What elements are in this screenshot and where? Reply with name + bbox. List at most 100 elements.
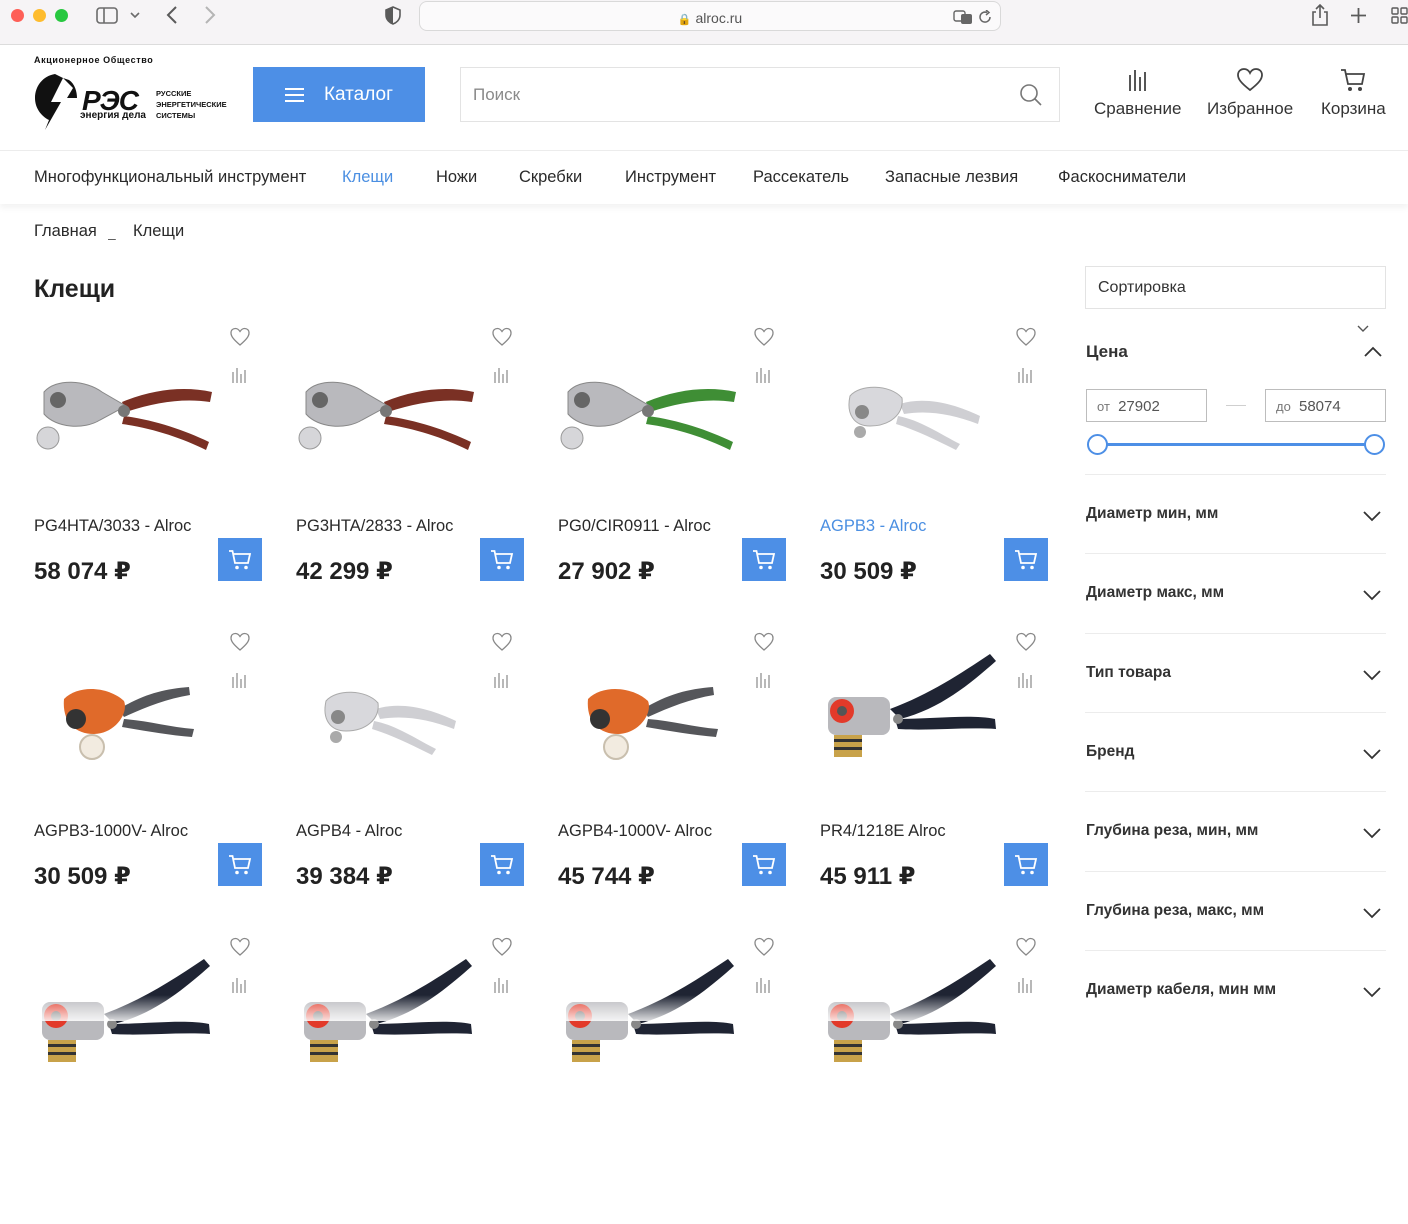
add-to-cart-button[interactable] — [218, 538, 262, 581]
compare-link[interactable]: Сравнение — [1094, 67, 1181, 119]
product-card[interactable] — [820, 934, 1048, 1224]
category-scrapers[interactable]: Скребки — [519, 168, 582, 187]
product-name[interactable]: PG3HTA/2833 - Alroc — [296, 517, 453, 536]
compare-icon[interactable] — [231, 976, 247, 994]
price-from-field[interactable]: от 27902 — [1086, 389, 1207, 422]
compare-icon[interactable] — [493, 366, 509, 384]
tab-overview-icon[interactable] — [1391, 7, 1408, 24]
category-spare-blades[interactable]: Запасные лезвия — [885, 168, 1018, 187]
filter-section[interactable]: Бренд — [1085, 711, 1386, 791]
compare-icon[interactable] — [755, 366, 771, 384]
add-to-cart-button[interactable] — [742, 538, 786, 581]
new-tab-icon[interactable] — [1350, 7, 1367, 24]
product-name[interactable]: AGPB4 - Alroc — [296, 822, 402, 841]
heart-icon[interactable] — [1016, 327, 1036, 347]
price-slider-track[interactable] — [1098, 443, 1374, 446]
product-card[interactable] — [296, 934, 524, 1224]
product-image[interactable] — [34, 944, 224, 1094]
compare-icon[interactable] — [1017, 366, 1033, 384]
price-filter-title[interactable]: Цена — [1086, 342, 1128, 362]
price-slider-min-handle[interactable] — [1087, 434, 1108, 455]
sidebar-toggle-icon[interactable] — [96, 7, 118, 24]
chevron-down-icon[interactable] — [1363, 669, 1381, 681]
heart-icon[interactable] — [754, 632, 774, 652]
minimize-window-button[interactable] — [33, 9, 46, 22]
product-image[interactable] — [34, 334, 224, 484]
close-window-button[interactable] — [11, 9, 24, 22]
product-image[interactable] — [296, 334, 486, 484]
filter-section[interactable]: Диаметр мин, мм — [1085, 474, 1386, 553]
category-splitter[interactable]: Рассекатель — [753, 168, 849, 187]
share-icon[interactable] — [1311, 4, 1329, 26]
compare-icon[interactable] — [231, 671, 247, 689]
heart-icon[interactable] — [492, 632, 512, 652]
filter-section[interactable]: Тип товара — [1085, 632, 1386, 712]
product-card[interactable]: AGPB3-1000V- Alroc 30 509 ₽ — [34, 629, 262, 919]
compare-icon[interactable] — [1017, 976, 1033, 994]
zoom-window-button[interactable] — [55, 9, 68, 22]
address-bar[interactable]: 🔒 alroc.ru — [419, 1, 1001, 31]
heart-icon[interactable] — [230, 632, 250, 652]
heart-icon[interactable] — [754, 327, 774, 347]
translate-icon[interactable] — [953, 10, 973, 25]
chevron-down-icon[interactable] — [1363, 987, 1381, 998]
search-input[interactable] — [461, 68, 1001, 121]
back-icon[interactable] — [166, 6, 178, 24]
chevron-down-icon[interactable] — [1363, 907, 1381, 919]
heart-icon[interactable] — [1016, 937, 1036, 957]
product-card[interactable]: PG4HTA/3033 - Alroc 58 074 ₽ — [34, 324, 262, 614]
add-to-cart-button[interactable] — [1004, 843, 1048, 886]
heart-icon[interactable] — [230, 327, 250, 347]
search-icon[interactable] — [1019, 83, 1043, 107]
chevron-down-icon[interactable] — [1357, 325, 1369, 333]
compare-icon[interactable] — [493, 976, 509, 994]
compare-icon[interactable] — [755, 976, 771, 994]
chevron-down-icon[interactable] — [1363, 828, 1381, 839]
add-to-cart-button[interactable] — [480, 538, 524, 581]
chevron-up-icon[interactable] — [1364, 346, 1382, 357]
reload-icon[interactable] — [978, 10, 992, 24]
product-image[interactable] — [820, 639, 1010, 789]
product-image[interactable] — [558, 944, 748, 1094]
price-to-field[interactable]: до 58074 — [1265, 389, 1386, 422]
catalog-button[interactable]: Каталог — [253, 67, 425, 122]
heart-icon[interactable] — [1016, 632, 1036, 652]
heart-icon[interactable] — [492, 937, 512, 957]
breadcrumb-home[interactable]: Главная — [34, 222, 97, 241]
compare-icon[interactable] — [231, 366, 247, 384]
chevron-down-icon[interactable] — [1363, 511, 1381, 522]
heart-icon[interactable] — [754, 937, 774, 957]
sort-select[interactable]: Сортировка — [1085, 266, 1386, 309]
product-name[interactable]: PR4/1218E Alroc — [820, 822, 946, 841]
product-name[interactable]: AGPB3-1000V- Alroc — [34, 822, 188, 841]
category-chamfer-removers[interactable]: Фаскосниматели — [1058, 168, 1186, 187]
product-name[interactable]: AGPB3 - Alroc — [820, 517, 926, 536]
product-image[interactable] — [820, 334, 1010, 484]
add-to-cart-button[interactable] — [1004, 538, 1048, 581]
add-to-cart-button[interactable] — [480, 843, 524, 886]
heart-icon[interactable] — [492, 327, 512, 347]
product-image[interactable] — [34, 639, 224, 789]
product-card[interactable]: AGPB4 - Alroc 39 384 ₽ — [296, 629, 524, 919]
compare-icon[interactable] — [755, 671, 771, 689]
product-image[interactable] — [558, 334, 748, 484]
filter-section[interactable]: Глубина реза, мин, мм — [1085, 791, 1386, 870]
product-image[interactable] — [296, 944, 486, 1094]
product-card[interactable]: AGPB3 - Alroc 30 509 ₽ — [820, 324, 1048, 614]
compare-icon[interactable] — [493, 671, 509, 689]
product-image[interactable] — [820, 944, 1010, 1094]
filter-section[interactable]: Диаметр макс, мм — [1085, 553, 1386, 632]
heart-icon[interactable] — [230, 937, 250, 957]
price-slider-max-handle[interactable] — [1364, 434, 1385, 455]
cart-link[interactable]: Корзина — [1321, 67, 1386, 119]
product-card[interactable]: AGPB4-1000V- Alroc 45 744 ₽ — [558, 629, 786, 919]
forward-icon[interactable] — [204, 6, 216, 24]
product-image[interactable] — [558, 639, 748, 789]
product-name[interactable]: PG0/CIR0911 - Alroc — [558, 517, 711, 536]
compare-icon[interactable] — [1017, 671, 1033, 689]
filter-section[interactable]: Диаметр кабеля, мин мм — [1085, 949, 1386, 1029]
product-name[interactable]: AGPB4-1000V- Alroc — [558, 822, 712, 841]
filter-section[interactable]: Глубина реза, макс, мм — [1085, 870, 1386, 950]
add-to-cart-button[interactable] — [218, 843, 262, 886]
category-pliers[interactable]: Клещи — [342, 168, 393, 187]
